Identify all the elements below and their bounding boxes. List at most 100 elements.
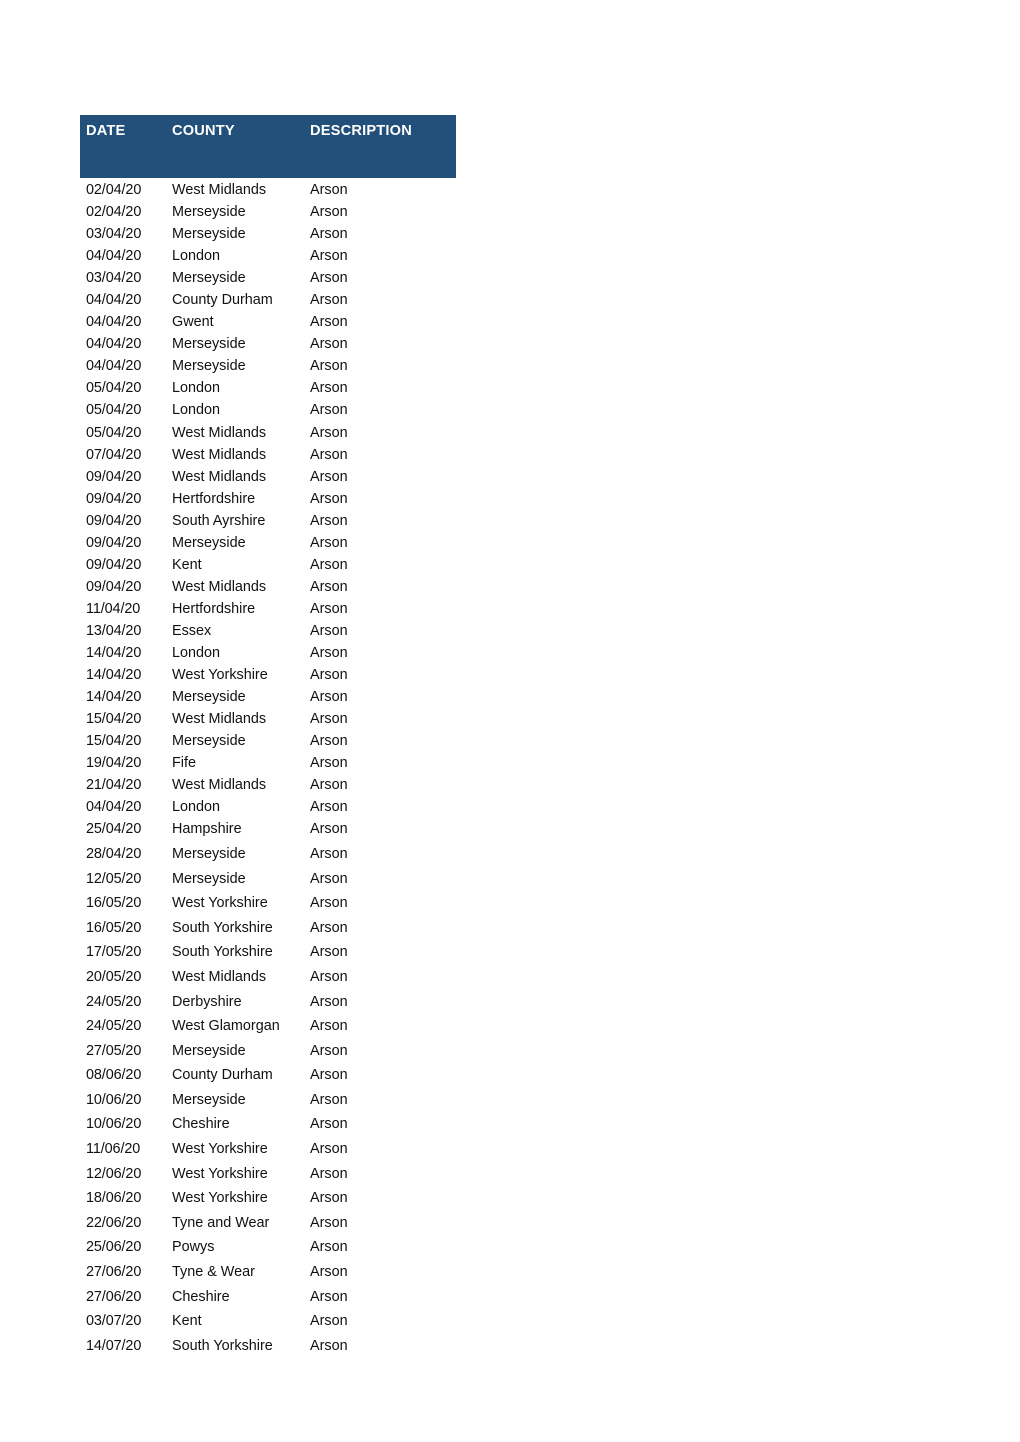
cell-description: Arson [310, 993, 348, 1010]
cell-description: Arson [310, 895, 348, 912]
cell-date: 24/05/20 [86, 1018, 142, 1035]
cell-county: Tyne & Wear [172, 1264, 255, 1281]
cell-description: Arson [310, 1239, 348, 1256]
cell-county: London [172, 402, 221, 419]
cell-date: 24/05/20 [86, 993, 142, 1010]
cell-date: 21/04/20 [86, 777, 142, 794]
table-row: 19/04/20 Fife Arson [80, 754, 600, 776]
cell-date: 18/06/20 [86, 1190, 142, 1207]
cell-description: Arson [310, 968, 348, 985]
cell-county: South Yorkshire [172, 1337, 273, 1354]
table-row: 24/05/20 Derbyshire Arson [80, 993, 600, 1018]
cell-date: 25/06/20 [86, 1239, 142, 1256]
cell-county: West Midlands [172, 446, 267, 463]
table-row: 11/04/20 Hertfordshire Arson [80, 600, 600, 622]
arson-incidents-table: DATE COUNTY DESCRIPTION 02/04/20 West Mid… [80, 115, 600, 1361]
cell-date: 15/04/20 [86, 711, 142, 728]
cell-date: 03/04/20 [86, 270, 142, 287]
cell-county: Merseyside [172, 870, 246, 887]
cell-county: West Midlands [172, 777, 267, 794]
cell-date: 28/04/20 [86, 845, 142, 862]
table-row: 18/06/20 West Yorkshire Arson [80, 1189, 600, 1214]
cell-description: Arson [310, 821, 348, 838]
cell-date: 14/07/20 [86, 1337, 142, 1354]
cell-description: Arson [310, 870, 348, 887]
table-row: 11/06/20 West Yorkshire Arson [80, 1140, 600, 1165]
table-row: 09/04/20 Merseyside Arson [80, 534, 600, 556]
table-row: 05/04/20 London Arson [80, 401, 600, 423]
cell-county: West Yorkshire [172, 1190, 268, 1207]
table-row: 07/04/20 West Midlands Arson [80, 446, 600, 468]
cell-county: London [172, 799, 221, 816]
cell-county: London [172, 380, 221, 397]
cell-date: 20/05/20 [86, 968, 142, 985]
cell-date: 08/06/20 [86, 1067, 142, 1084]
table-row: 02/04/20 Merseyside Arson [80, 203, 600, 225]
cell-description: Arson [310, 556, 348, 573]
cell-description: Arson [310, 755, 348, 772]
cell-county: London [172, 644, 221, 661]
cell-date: 09/04/20 [86, 512, 142, 529]
cell-date: 10/06/20 [86, 1116, 142, 1133]
cell-date: 04/04/20 [86, 358, 142, 375]
cell-description: Arson [310, 204, 348, 221]
table-row: 10/06/20 Merseyside Arson [80, 1091, 600, 1116]
cell-description: Arson [310, 733, 348, 750]
table-body: 02/04/20 West Midlands Arson 02/04/20 Mersey… [80, 178, 600, 1361]
table-row: 09/04/20 West Midlands Arson [80, 578, 600, 600]
cell-county: Merseyside [172, 226, 246, 243]
cell-county: Gwent [172, 314, 214, 331]
table-row: 09/04/20 Hertfordshire Arson [80, 490, 600, 512]
cell-county: West Midlands [172, 424, 267, 441]
cell-description: Arson [310, 1116, 348, 1133]
table-row: 27/06/20 Tyne & Wear Arson [80, 1263, 600, 1288]
cell-date: 15/04/20 [86, 733, 142, 750]
table-row: 03/07/20 Kent Arson [80, 1312, 600, 1337]
cell-description: Arson [310, 1018, 348, 1035]
cell-date: 16/05/20 [86, 895, 142, 912]
table-row: 09/04/20 West Midlands Arson [80, 468, 600, 490]
cell-county: West Midlands [172, 468, 267, 485]
cell-county: West Yorkshire [172, 895, 268, 912]
table-row: 27/06/20 Cheshire Arson [80, 1288, 600, 1313]
cell-county: Merseyside [172, 733, 246, 750]
cell-county: Merseyside [172, 1042, 246, 1059]
cell-date: 09/04/20 [86, 578, 142, 595]
cell-description: Arson [310, 1165, 348, 1182]
cell-county: Cheshire [172, 1116, 230, 1133]
table-header-row: DATE COUNTY DESCRIPTION [80, 115, 456, 178]
table-row: 15/04/20 West Midlands Arson [80, 710, 600, 732]
cell-date: 05/04/20 [86, 380, 142, 397]
cell-description: Arson [310, 667, 348, 684]
table-row: 16/05/20 West Yorkshire Arson [80, 894, 600, 919]
cell-description: Arson [310, 711, 348, 728]
cell-date: 02/04/20 [86, 182, 142, 198]
table-row: 20/05/20 West Midlands Arson [80, 968, 600, 993]
cell-date: 04/04/20 [86, 248, 142, 265]
cell-county: West Midlands [172, 182, 267, 198]
table-row: 04/04/20 London Arson [80, 798, 600, 820]
table-row: 14/04/20 West Yorkshire Arson [80, 666, 600, 688]
cell-description: Arson [310, 1067, 348, 1084]
cell-county: Merseyside [172, 689, 246, 706]
table-row: 22/06/20 Tyne and Wear Arson [80, 1214, 600, 1239]
table-row: 10/06/20 Cheshire Arson [80, 1115, 600, 1140]
table-row: 08/06/20 County Durham Arson [80, 1066, 600, 1091]
table-row: 16/05/20 South Yorkshire Arson [80, 919, 600, 944]
table-row: 12/06/20 West Yorkshire Arson [80, 1165, 600, 1190]
cell-county: Merseyside [172, 534, 246, 551]
table-row: 27/05/20 Merseyside Arson [80, 1042, 600, 1067]
cell-county: Fife [172, 755, 196, 772]
cell-description: Arson [310, 512, 348, 529]
cell-date: 04/04/20 [86, 799, 142, 816]
cell-description: Arson [310, 424, 348, 441]
cell-date: 12/05/20 [86, 870, 142, 887]
cell-date: 04/04/20 [86, 314, 142, 331]
cell-description: Arson [310, 1141, 348, 1158]
cell-description: Arson [310, 1264, 348, 1281]
cell-description: Arson [310, 1288, 348, 1305]
document-page: DATE COUNTY DESCRIPTION 02/04/20 West Mid… [0, 0, 1020, 1442]
cell-date: 05/04/20 [86, 424, 142, 441]
cell-description: Arson [310, 446, 348, 463]
cell-date: 03/07/20 [86, 1313, 142, 1330]
